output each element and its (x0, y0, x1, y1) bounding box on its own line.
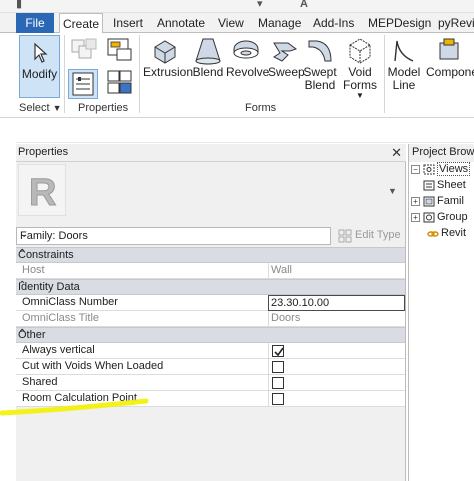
chevron-down-icon[interactable]: ▼ (341, 92, 379, 100)
close-icon[interactable]: ✕ (391, 145, 402, 161)
collapse-icon[interactable]: ⌃ (18, 328, 401, 339)
svg-text:R: R (29, 172, 56, 214)
swept-blend-button[interactable]: Swept Blend (302, 33, 338, 92)
groups-icon (423, 212, 435, 223)
collapse-icon[interactable]: − (411, 164, 420, 174)
property-row-omniclass-title: OmniClass Title Doors (16, 311, 405, 327)
group-other[interactable]: Other ⌃ (16, 327, 405, 343)
family-selector[interactable]: Family: Doors ⌄ (16, 227, 331, 245)
extrusion-icon (154, 40, 176, 64)
qat-icon[interactable]: ▾ (257, 0, 263, 10)
host-value: Wall (268, 263, 405, 279)
browser-item-sheets[interactable]: Sheet (423, 179, 466, 195)
highlighter-annotation (0, 398, 149, 416)
browser-item-revit-links[interactable]: Revit (427, 227, 466, 243)
browser-item-groups[interactable]: + Group (411, 211, 468, 227)
project-browser-title: Project Brow... (412, 146, 474, 158)
blend-icon (195, 38, 221, 65)
model-line-icon (394, 40, 414, 62)
sweep-icon (273, 42, 298, 62)
cut-with-voids-checkbox[interactable] (272, 361, 284, 373)
quick-access-toolbar: ▮ ▾ A (0, 0, 474, 13)
cursor-arrow-icon (33, 42, 48, 63)
always-vertical-checkbox[interactable] (272, 345, 284, 357)
void-forms-icon (349, 38, 371, 64)
tab-mepdesign[interactable]: MEPDesign (368, 13, 431, 33)
tab-pyrevit[interactable]: pyRevit (438, 13, 474, 33)
type-selector-thumbnail[interactable]: R (18, 164, 66, 216)
extrusion-button[interactable]: Extrusion (143, 33, 193, 79)
properties-panel-label: Properties (78, 102, 129, 114)
expand-icon[interactable]: + (411, 212, 420, 222)
chevron-down-icon[interactable]: ▼ (53, 103, 62, 113)
edit-type-icon (338, 229, 352, 243)
forms-panel-label: Forms (245, 102, 277, 114)
revolve-icon (233, 40, 259, 59)
swept-blend-icon (308, 40, 332, 62)
ribbon: Modify Select ▼ Properties Extrusion Ble… (0, 33, 474, 118)
properties-title: Properties (18, 146, 69, 158)
select-panel-label[interactable]: Select ▼ (19, 102, 62, 114)
family-category-icon[interactable] (105, 36, 135, 64)
family-types-icon[interactable] (70, 36, 100, 64)
blend-button[interactable]: Blend (192, 33, 224, 79)
options-bar (16, 119, 474, 143)
tab-view[interactable]: View (218, 13, 244, 33)
properties-toggle-icon[interactable] (68, 69, 98, 99)
revit-logo-icon: R (29, 172, 57, 215)
qat-icon[interactable]: ▮ (16, 0, 22, 10)
modify-label: Modify (21, 67, 58, 81)
property-row-host: Host Wall (16, 263, 405, 279)
modify-button[interactable]: Modify (19, 35, 60, 98)
group-identity-data[interactable]: Identity Data ⌃ (16, 279, 405, 295)
property-row-omniclass-number: OmniClass Number 23.30.10.00 (16, 295, 405, 311)
type-properties-icon[interactable] (105, 69, 135, 97)
property-row-cut-with-voids: Cut with Voids When Loaded (16, 359, 405, 375)
project-browser-title-bar: Project Brow... (409, 144, 474, 162)
property-row-always-vertical: Always vertical (16, 343, 405, 359)
sheets-icon (423, 180, 435, 191)
tab-add-ins[interactable]: Add-Ins (313, 13, 354, 33)
project-browser: Project Brow... −Views Sheet +Famil +Gro… (408, 144, 474, 481)
tab-annotate[interactable]: Annotate (157, 13, 205, 33)
tab-create[interactable]: Create (59, 13, 103, 34)
families-icon (423, 196, 435, 207)
model-line-button[interactable]: Model Line (387, 33, 421, 92)
tab-manage[interactable]: Manage (258, 13, 301, 33)
ribbon-tabs: File Create Insert Annotate View Manage … (0, 13, 474, 34)
chevron-down-icon[interactable]: ▼ (388, 186, 397, 196)
revolve-button[interactable]: Revolve (226, 33, 269, 79)
views-icon (423, 164, 435, 175)
omniclass-title-value: Doors (268, 311, 405, 327)
left-margin (0, 119, 16, 481)
qat-text-icon[interactable]: A (300, 0, 308, 10)
component-icon (439, 38, 459, 60)
shared-checkbox[interactable] (272, 377, 284, 389)
room-calculation-point-checkbox[interactable] (272, 393, 284, 405)
expand-icon[interactable]: + (411, 196, 420, 206)
panel-separator (64, 35, 65, 113)
collapse-icon[interactable]: ⌃ (18, 248, 401, 259)
property-row-shared: Shared (16, 375, 405, 391)
properties-palette: Properties ✕ R ▼ Family: Doors ⌄ Edit Ty… (16, 144, 406, 481)
checkmark-icon (274, 347, 284, 357)
edit-type-button[interactable]: Edit Type (336, 227, 404, 245)
browser-item-views[interactable]: − Views (411, 162, 471, 179)
tab-insert[interactable]: Insert (113, 13, 143, 33)
group-constraints[interactable]: Constraints ⌃ (16, 247, 405, 263)
panel-separator (384, 35, 385, 113)
chevron-down-icon: ⌄ (20, 229, 29, 240)
sweep-button[interactable]: Sweep (268, 33, 305, 79)
browser-item-families[interactable]: + Famil (411, 195, 464, 211)
void-forms-button[interactable]: Void Forms ▼ (341, 33, 379, 100)
link-icon (427, 230, 439, 237)
component-button[interactable]: Compone (424, 33, 474, 79)
collapse-icon[interactable]: ⌃ (18, 280, 401, 291)
tab-file[interactable]: File (16, 13, 54, 33)
omniclass-number-field[interactable]: 23.30.10.00 (268, 295, 405, 311)
properties-title-bar: Properties ✕ (16, 144, 406, 162)
panel-separator (139, 35, 140, 113)
